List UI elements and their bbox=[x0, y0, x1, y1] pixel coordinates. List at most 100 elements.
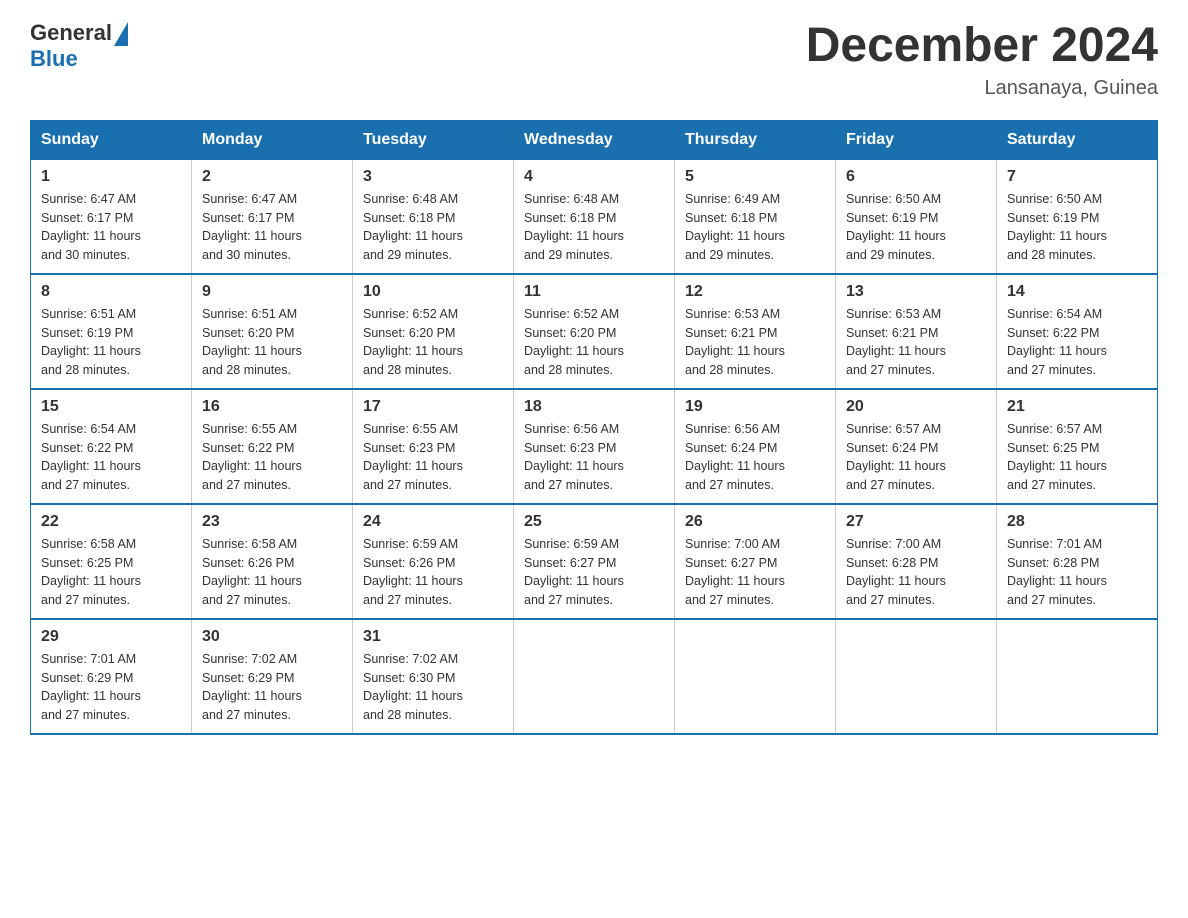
calendar-cell: 13 Sunrise: 6:53 AM Sunset: 6:21 PM Dayli… bbox=[836, 274, 997, 389]
day-info: Sunrise: 6:58 AM Sunset: 6:26 PM Dayligh… bbox=[202, 535, 342, 610]
calendar-cell: 24 Sunrise: 6:59 AM Sunset: 6:26 PM Dayli… bbox=[353, 504, 514, 619]
calendar-cell: 14Sunrise: 6:54 AM Sunset: 6:22 PM Dayli… bbox=[997, 274, 1158, 389]
day-of-week-header: Thursday bbox=[675, 120, 836, 159]
day-number: 24 bbox=[363, 513, 503, 531]
calendar-cell: 23 Sunrise: 6:58 AM Sunset: 6:26 PM Dayli… bbox=[192, 504, 353, 619]
day-info: Sunrise: 6:52 AM Sunset: 6:20 PM Dayligh… bbox=[363, 305, 503, 380]
day-number: 7 bbox=[1007, 168, 1147, 186]
calendar-cell: 9 Sunrise: 6:51 AM Sunset: 6:20 PM Daylig… bbox=[192, 274, 353, 389]
calendar-cell: 7 Sunrise: 6:50 AM Sunset: 6:19 PM Daylig… bbox=[997, 159, 1158, 274]
day-of-week-header: Tuesday bbox=[353, 120, 514, 159]
day-info: Sunrise: 6:56 AM Sunset: 6:24 PM Dayligh… bbox=[685, 420, 825, 495]
calendar-cell: 20 Sunrise: 6:57 AM Sunset: 6:24 PM Dayli… bbox=[836, 389, 997, 504]
day-info: Sunrise: 6:58 AM Sunset: 6:25 PM Dayligh… bbox=[41, 535, 181, 610]
calendar-week-row: 22 Sunrise: 6:58 AM Sunset: 6:25 PM Dayli… bbox=[31, 504, 1158, 619]
calendar-cell bbox=[514, 619, 675, 734]
day-info: Sunrise: 7:02 AM Sunset: 6:30 PM Dayligh… bbox=[363, 650, 503, 725]
day-number: 3 bbox=[363, 168, 503, 186]
logo: General Blue bbox=[30, 20, 128, 72]
logo-general-text: General bbox=[30, 20, 112, 46]
title-section: December 2024 Lansanaya, Guinea bbox=[806, 20, 1158, 100]
calendar-week-row: 15 Sunrise: 6:54 AM Sunset: 6:22 PM Dayli… bbox=[31, 389, 1158, 504]
calendar-cell: 17 Sunrise: 6:55 AM Sunset: 6:23 PM Dayli… bbox=[353, 389, 514, 504]
day-number: 14 bbox=[1007, 283, 1147, 301]
calendar-cell: 27Sunrise: 7:00 AM Sunset: 6:28 PM Dayli… bbox=[836, 504, 997, 619]
day-number: 4 bbox=[524, 168, 664, 186]
day-info: Sunrise: 6:57 AM Sunset: 6:24 PM Dayligh… bbox=[846, 420, 986, 495]
calendar-cell: 28Sunrise: 7:01 AM Sunset: 6:28 PM Dayli… bbox=[997, 504, 1158, 619]
calendar-cell: 21Sunrise: 6:57 AM Sunset: 6:25 PM Dayli… bbox=[997, 389, 1158, 504]
day-info: Sunrise: 6:50 AM Sunset: 6:19 PM Dayligh… bbox=[846, 190, 986, 265]
day-info: Sunrise: 7:02 AM Sunset: 6:29 PM Dayligh… bbox=[202, 650, 342, 725]
calendar-week-row: 1 Sunrise: 6:47 AM Sunset: 6:17 PM Daylig… bbox=[31, 159, 1158, 274]
day-number: 16 bbox=[202, 398, 342, 416]
calendar-cell: 2 Sunrise: 6:47 AM Sunset: 6:17 PM Daylig… bbox=[192, 159, 353, 274]
calendar-cell bbox=[836, 619, 997, 734]
calendar-cell: 25Sunrise: 6:59 AM Sunset: 6:27 PM Dayli… bbox=[514, 504, 675, 619]
calendar-cell: 19 Sunrise: 6:56 AM Sunset: 6:24 PM Dayli… bbox=[675, 389, 836, 504]
day-info: Sunrise: 6:49 AM Sunset: 6:18 PM Dayligh… bbox=[685, 190, 825, 265]
calendar-week-row: 8 Sunrise: 6:51 AM Sunset: 6:19 PM Daylig… bbox=[31, 274, 1158, 389]
day-of-week-header: Sunday bbox=[31, 120, 192, 159]
calendar-cell bbox=[675, 619, 836, 734]
day-info: Sunrise: 6:50 AM Sunset: 6:19 PM Dayligh… bbox=[1007, 190, 1147, 265]
day-info: Sunrise: 6:54 AM Sunset: 6:22 PM Dayligh… bbox=[41, 420, 181, 495]
day-number: 13 bbox=[846, 283, 986, 301]
calendar-cell: 26 Sunrise: 7:00 AM Sunset: 6:27 PM Dayli… bbox=[675, 504, 836, 619]
day-info: Sunrise: 6:52 AM Sunset: 6:20 PM Dayligh… bbox=[524, 305, 664, 380]
day-info: Sunrise: 6:47 AM Sunset: 6:17 PM Dayligh… bbox=[41, 190, 181, 265]
day-of-week-header: Wednesday bbox=[514, 120, 675, 159]
day-number: 5 bbox=[685, 168, 825, 186]
calendar-cell: 30 Sunrise: 7:02 AM Sunset: 6:29 PM Dayli… bbox=[192, 619, 353, 734]
day-number: 17 bbox=[363, 398, 503, 416]
calendar-cell: 12Sunrise: 6:53 AM Sunset: 6:21 PM Dayli… bbox=[675, 274, 836, 389]
day-number: 23 bbox=[202, 513, 342, 531]
logo-triangle-icon bbox=[114, 22, 128, 46]
day-info: Sunrise: 6:59 AM Sunset: 6:26 PM Dayligh… bbox=[363, 535, 503, 610]
day-number: 2 bbox=[202, 168, 342, 186]
calendar-cell: 22 Sunrise: 6:58 AM Sunset: 6:25 PM Dayli… bbox=[31, 504, 192, 619]
day-number: 1 bbox=[41, 168, 181, 186]
day-number: 27 bbox=[846, 513, 986, 531]
day-number: 11 bbox=[524, 283, 664, 301]
day-info: Sunrise: 7:00 AM Sunset: 6:27 PM Dayligh… bbox=[685, 535, 825, 610]
day-number: 30 bbox=[202, 628, 342, 646]
day-number: 9 bbox=[202, 283, 342, 301]
day-info: Sunrise: 6:47 AM Sunset: 6:17 PM Dayligh… bbox=[202, 190, 342, 265]
day-info: Sunrise: 6:51 AM Sunset: 6:20 PM Dayligh… bbox=[202, 305, 342, 380]
calendar-cell: 18Sunrise: 6:56 AM Sunset: 6:23 PM Dayli… bbox=[514, 389, 675, 504]
day-number: 19 bbox=[685, 398, 825, 416]
day-number: 10 bbox=[363, 283, 503, 301]
calendar-cell: 1 Sunrise: 6:47 AM Sunset: 6:17 PM Daylig… bbox=[31, 159, 192, 274]
calendar-cell: 3Sunrise: 6:48 AM Sunset: 6:18 PM Daylig… bbox=[353, 159, 514, 274]
day-of-week-header: Saturday bbox=[997, 120, 1158, 159]
day-number: 12 bbox=[685, 283, 825, 301]
day-number: 18 bbox=[524, 398, 664, 416]
day-of-week-header: Friday bbox=[836, 120, 997, 159]
page-header: General Blue December 2024 Lansanaya, Gu… bbox=[30, 20, 1158, 100]
calendar-cell: 8 Sunrise: 6:51 AM Sunset: 6:19 PM Daylig… bbox=[31, 274, 192, 389]
calendar-cell: 11 Sunrise: 6:52 AM Sunset: 6:20 PM Dayli… bbox=[514, 274, 675, 389]
day-info: Sunrise: 6:53 AM Sunset: 6:21 PM Dayligh… bbox=[846, 305, 986, 380]
calendar-cell: 5 Sunrise: 6:49 AM Sunset: 6:18 PM Daylig… bbox=[675, 159, 836, 274]
day-info: Sunrise: 7:01 AM Sunset: 6:29 PM Dayligh… bbox=[41, 650, 181, 725]
day-of-week-header: Monday bbox=[192, 120, 353, 159]
day-number: 25 bbox=[524, 513, 664, 531]
calendar-cell bbox=[997, 619, 1158, 734]
calendar-table: SundayMondayTuesdayWednesdayThursdayFrid… bbox=[30, 120, 1158, 735]
day-info: Sunrise: 6:51 AM Sunset: 6:19 PM Dayligh… bbox=[41, 305, 181, 380]
day-number: 21 bbox=[1007, 398, 1147, 416]
day-number: 26 bbox=[685, 513, 825, 531]
day-number: 15 bbox=[41, 398, 181, 416]
calendar-cell: 16Sunrise: 6:55 AM Sunset: 6:22 PM Dayli… bbox=[192, 389, 353, 504]
day-number: 6 bbox=[846, 168, 986, 186]
day-info: Sunrise: 7:01 AM Sunset: 6:28 PM Dayligh… bbox=[1007, 535, 1147, 610]
day-number: 8 bbox=[41, 283, 181, 301]
calendar-header-row: SundayMondayTuesdayWednesdayThursdayFrid… bbox=[31, 120, 1158, 159]
day-info: Sunrise: 6:55 AM Sunset: 6:23 PM Dayligh… bbox=[363, 420, 503, 495]
day-number: 31 bbox=[363, 628, 503, 646]
day-number: 29 bbox=[41, 628, 181, 646]
calendar-week-row: 29 Sunrise: 7:01 AM Sunset: 6:29 PM Dayli… bbox=[31, 619, 1158, 734]
day-number: 20 bbox=[846, 398, 986, 416]
day-number: 22 bbox=[41, 513, 181, 531]
